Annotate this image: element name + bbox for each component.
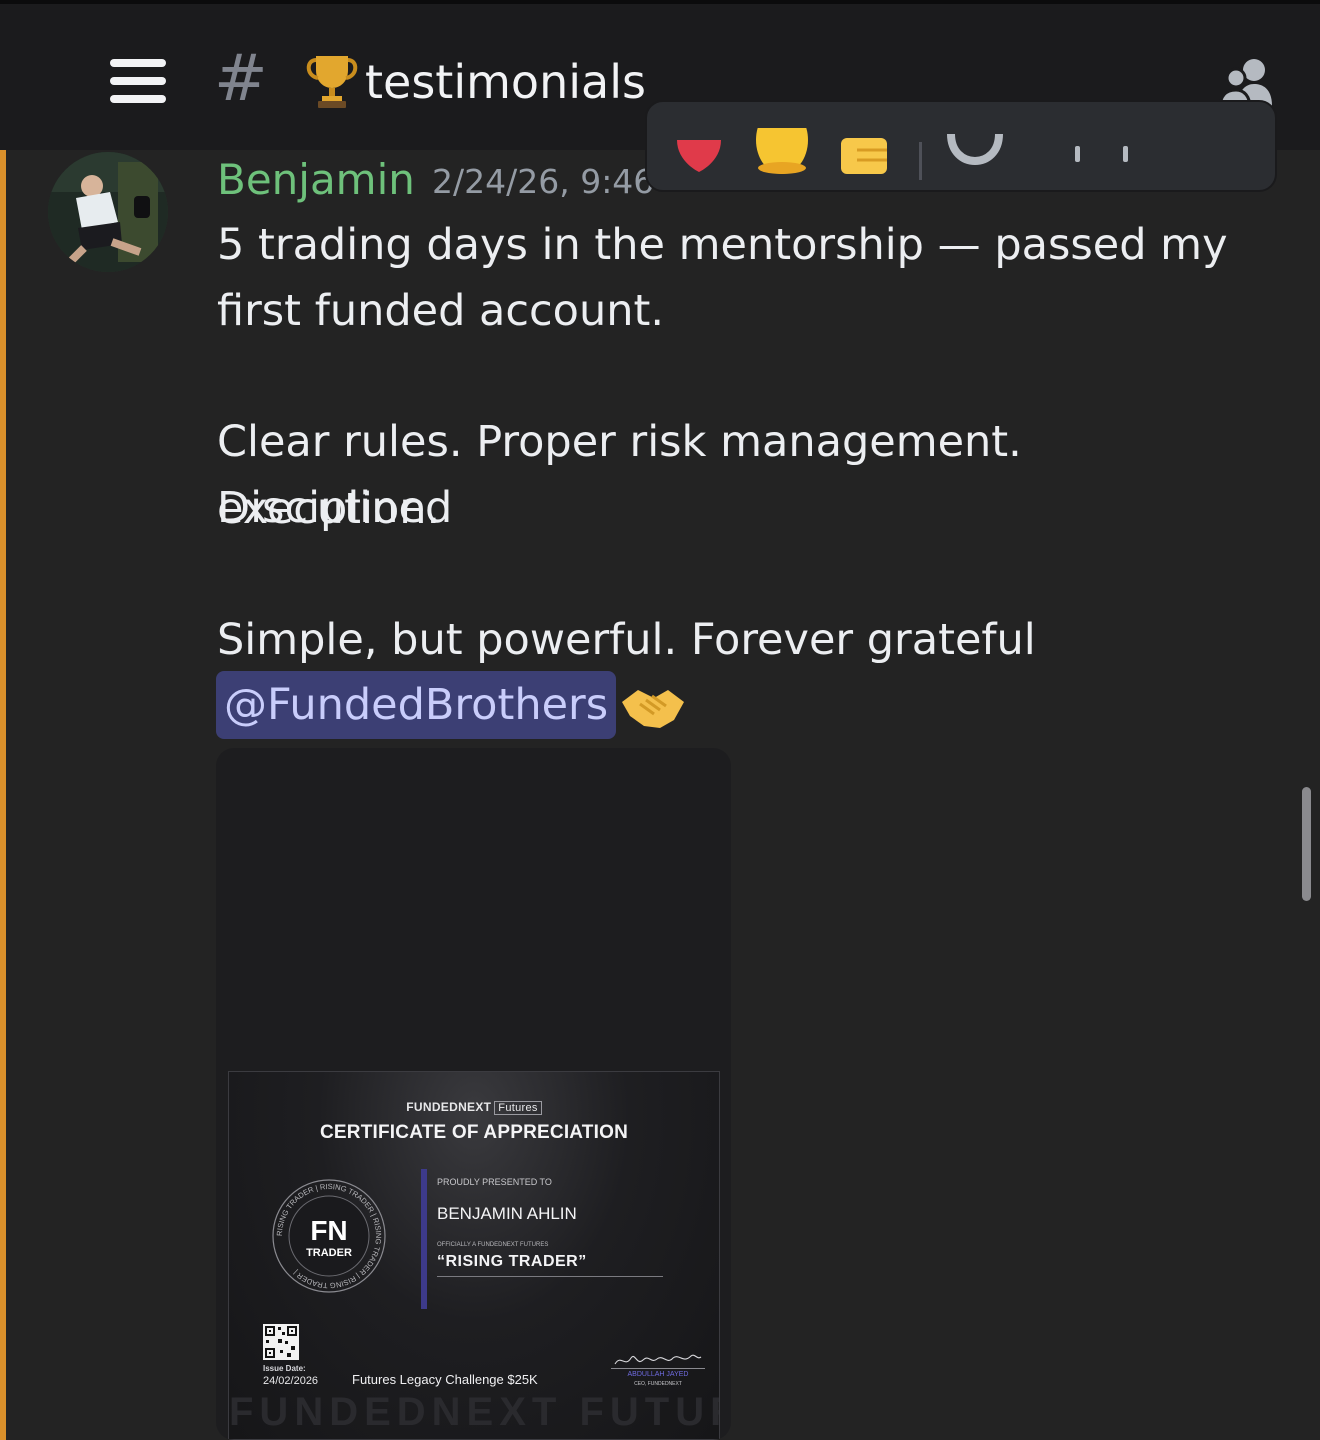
message-author[interactable]: Benjamin [217,155,415,205]
message-line: Simple, but powerful. Forever grateful [217,615,1036,665]
qr-code-icon [263,1324,299,1360]
svg-text:TRADER: TRADER [306,1247,352,1259]
certificate-watermark: FUNDEDNEXT FUTURES [229,1390,719,1434]
message-line: first funded account. [217,286,665,336]
user-mention[interactable]: @FundedBrothers [216,671,617,739]
avatar[interactable] [48,152,168,272]
certificate-title: CERTIFICATE OF APPRECIATION [320,1122,628,1143]
hamburger-menu-icon[interactable] [110,59,166,103]
trophy-icon [306,56,358,108]
signatory-name: ABDULLAH JAYED [627,1371,689,1378]
image-attachment[interactable]: FUNDEDNEXT Futures CERTIFICATE OF APPRECI… [216,748,731,1440]
signature-line [611,1368,705,1369]
more-icon[interactable] [1073,146,1133,166]
svg-text:FN: FN [310,1215,347,1246]
message-line: 5 trading days in the mentorship — passe… [217,220,1228,270]
issue-date: 24/02/2026 [263,1375,319,1387]
separator [919,142,922,180]
rank-underline [437,1276,663,1277]
channel-hash-icon: # [214,42,268,116]
scrollbar-thumb[interactable] [1302,787,1311,901]
heart-icon[interactable] [673,132,725,172]
signature-image [614,1354,702,1365]
thumbs-up-icon[interactable] [837,132,893,176]
message-highlight-bar [0,150,6,1440]
challenge-name: Futures Legacy Challenge $25K [352,1372,538,1387]
certificate-image: FUNDEDNEXT Futures CERTIFICATE OF APPRECI… [228,1071,720,1440]
recipient-name: BENJAMIN AHLIN [437,1204,577,1223]
certificate-divider [421,1169,427,1309]
smiling-face-icon[interactable] [755,128,809,176]
rising-trader-seal-icon: RISING TRADER | RISING TRADER | RISING T… [272,1179,386,1293]
signatory-role: CEO, FUNDEDNEXT [634,1381,682,1387]
message-timestamp: 2/24/26, 9:46 [432,162,655,201]
add-reaction-icon[interactable] [945,130,1005,174]
channel-name: testimonials [365,55,646,109]
message-line: execution. [217,484,441,534]
official-label: OFFICIALLY A FUNDEDNEXT FUTURES [437,1242,549,1248]
message-actions-bar [645,100,1277,192]
rank-title: “RISING TRADER” [437,1253,587,1270]
presented-to-label: PROUDLY PRESENTED TO [437,1177,552,1187]
handshake-icon [622,690,684,728]
certificate-brand: FUNDEDNEXT Futures [229,1100,719,1115]
issue-date-label: Issue Date: [263,1364,306,1373]
